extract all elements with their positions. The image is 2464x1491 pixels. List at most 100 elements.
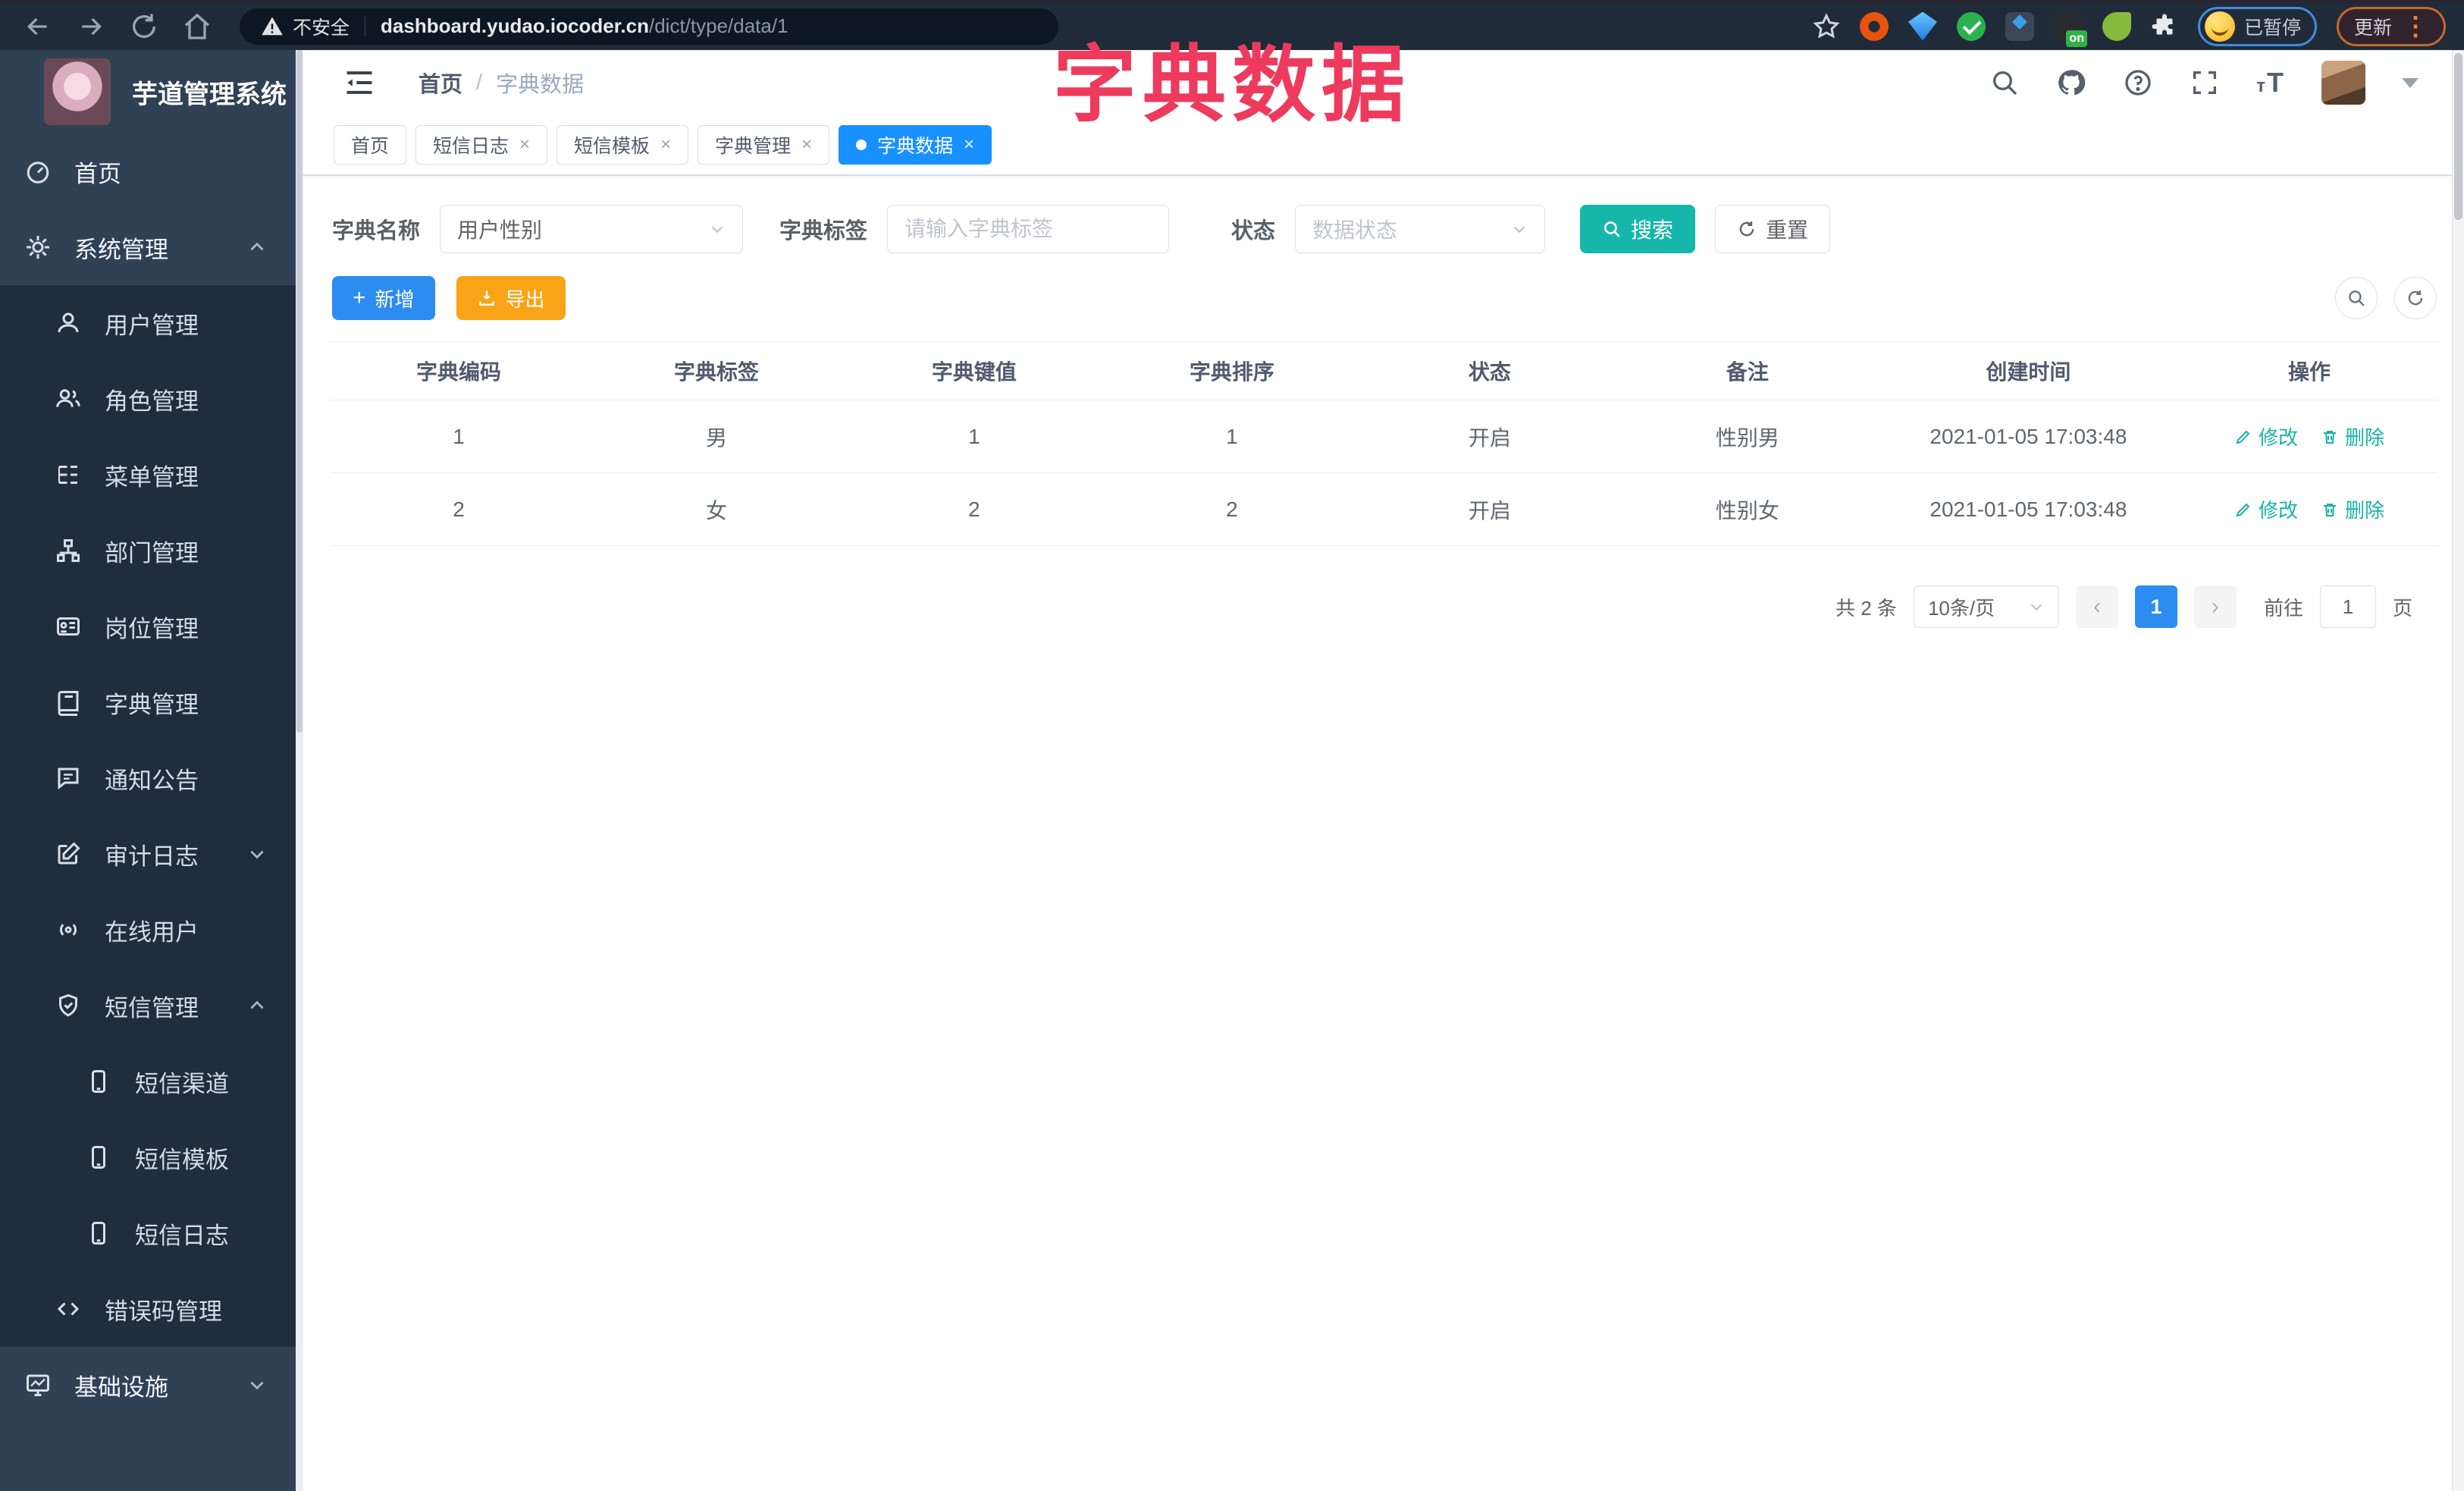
id-card-icon — [57, 617, 80, 636]
sidebar-item-roles[interactable]: 角色管理 — [0, 361, 296, 437]
menu-list-icon — [58, 466, 77, 484]
sidebar-item-posts[interactable]: 岗位管理 — [0, 589, 296, 664]
browser-update-button[interactable]: 更新 ⋮ — [2336, 6, 2446, 46]
status-select[interactable]: 数据状态 — [1295, 205, 1546, 253]
chevron-up-icon — [250, 1000, 264, 1009]
sidebar-item-departments[interactable]: 部门管理 — [0, 513, 296, 589]
table-row[interactable]: 1 男 1 1 开启 性别男 2021-01-05 17:03:48 修改 删除 — [330, 400, 2438, 473]
sidebar-scrollbar-thumb[interactable] — [296, 50, 303, 733]
edit-link[interactable]: 修改 — [2234, 495, 2298, 523]
extension-orange-icon[interactable] — [1859, 11, 1889, 41]
url-path: /dict/type/data/1 — [648, 14, 788, 37]
extension-gem-icon[interactable] — [1908, 11, 1937, 41]
edit-link[interactable]: 修改 — [2234, 422, 2298, 450]
back-icon[interactable] — [23, 11, 53, 42]
phone-icon — [92, 1070, 105, 1093]
sidebar-item-home[interactable]: 首页 — [0, 133, 296, 209]
fullscreen-icon[interactable] — [2190, 67, 2220, 98]
sidebar-item-label: 菜单管理 — [105, 463, 199, 491]
sidebar-item-sms-log[interactable]: 短信日志 — [0, 1195, 296, 1271]
export-button[interactable]: 导出 — [456, 276, 566, 320]
app-logo-row[interactable]: 芋道管理系统 — [0, 50, 296, 133]
tab-sms-log[interactable]: 短信日志 × — [415, 125, 548, 165]
page-scrollbar[interactable] — [2452, 50, 2464, 1491]
tab-home[interactable]: 首页 — [334, 125, 407, 165]
avatar-caret-icon[interactable] — [2402, 77, 2419, 88]
address-bar[interactable]: 不安全 dashboard.yudao.iocoder.cn /dict/typ… — [240, 8, 1058, 45]
sidebar-item-sms[interactable]: 短信管理 — [0, 968, 296, 1044]
sidebar-item-infrastructure[interactable]: 基础设施 — [0, 1347, 296, 1423]
page-scrollbar-thumb[interactable] — [2454, 53, 2462, 220]
delete-link[interactable]: 删除 — [2321, 495, 2384, 523]
extension-switch-icon[interactable]: on — [2053, 11, 2087, 47]
tab-label: 字典管理 — [715, 136, 792, 157]
github-icon[interactable] — [2056, 67, 2086, 98]
user-avatar[interactable] — [2321, 61, 2365, 105]
extension-sprout-icon[interactable] — [2102, 11, 2131, 41]
tab-dict-data-active[interactable]: 字典数据 × — [839, 125, 992, 165]
reload-icon[interactable] — [129, 11, 159, 42]
search-button[interactable]: 搜索 — [1580, 205, 1696, 253]
reset-button[interactable]: 重置 — [1715, 205, 1831, 253]
home-icon[interactable] — [182, 11, 212, 42]
page-size-select[interactable]: 10条/页 — [1913, 585, 2059, 628]
refresh-table-button[interactable] — [2394, 277, 2437, 319]
next-page-button[interactable]: › — [2193, 585, 2237, 628]
add-button[interactable]: + 新增 — [332, 276, 435, 320]
bookmark-star-icon[interactable] — [1813, 12, 1840, 40]
table-row[interactable]: 2 女 2 2 开启 性别女 2021-01-05 17:03:48 修改 删除 — [330, 473, 2438, 546]
sidebar-item-sms-channel[interactable]: 短信渠道 — [0, 1044, 296, 1119]
close-icon[interactable]: × — [660, 134, 671, 155]
sidebar-item-label: 错误码管理 — [105, 1298, 222, 1325]
sidebar-item-menus[interactable]: 菜单管理 — [0, 437, 296, 513]
goto-page-input[interactable] — [2319, 585, 2376, 628]
plus-icon: + — [353, 285, 366, 310]
extensions-puzzle-icon[interactable] — [2151, 13, 2178, 40]
tab-sms-template[interactable]: 短信模板 × — [556, 125, 689, 165]
page-unit-label: 页 — [2392, 596, 2412, 620]
sidebar-item-online-users[interactable]: 在线用户 — [0, 892, 296, 968]
trash-icon — [2323, 503, 2336, 516]
gauge-icon — [27, 162, 49, 184]
font-size-icon[interactable]: тT — [2256, 67, 2285, 99]
toggle-search-button[interactable] — [2335, 277, 2378, 319]
breadcrumb-home[interactable]: 首页 — [419, 67, 462, 99]
sidebar-item-audit-log[interactable]: 审计日志 — [0, 816, 296, 892]
help-icon[interactable] — [2123, 67, 2153, 98]
browser-menu-dots-icon[interactable]: ⋮ — [2403, 14, 2428, 39]
sidebar-item-notice[interactable]: 通知公告 — [0, 740, 296, 816]
sidebar-item-sms-template[interactable]: 短信模板 — [0, 1119, 296, 1195]
search-icon[interactable] — [1989, 67, 2020, 98]
dict-tag-input[interactable] — [904, 217, 1152, 241]
delete-label: 删除 — [2344, 499, 2384, 522]
close-icon[interactable]: × — [519, 134, 530, 155]
cell-remark: 性别女 — [1715, 498, 1779, 523]
current-page-button[interactable]: 1 — [2134, 585, 2177, 628]
dict-name-select[interactable]: 用户性别 — [440, 205, 744, 253]
extension-check-icon[interactable] — [1956, 11, 1986, 41]
app-logo — [44, 58, 111, 125]
column-header: 字典排序 — [1189, 360, 1274, 384]
forward-icon[interactable] — [76, 11, 106, 42]
browser-profile-chip[interactable]: 已暂停 — [2197, 6, 2317, 46]
collapse-sidebar-icon[interactable] — [343, 66, 376, 99]
prev-page-button[interactable]: ‹ — [2075, 585, 2118, 628]
dict-data-table: 字典编码 字典标签 字典键值 字典排序 状态 备注 创建时间 操作 1 男 1 … — [330, 341, 2438, 546]
tab-dict-manage[interactable]: 字典管理 × — [698, 125, 830, 165]
sidebar-item-label: 系统管理 — [74, 236, 168, 263]
sidebar-item-dict[interactable]: 字典管理 — [0, 664, 296, 740]
breadcrumb: 首页 / 字典数据 — [419, 67, 584, 99]
sidebar-item-error-code[interactable]: 错误码管理 — [0, 1271, 296, 1347]
export-button-label: 导出 — [505, 287, 545, 311]
sidebar-scrollbar[interactable] — [296, 50, 303, 1491]
cell-status: 开启 — [1468, 425, 1511, 450]
delete-link[interactable]: 删除 — [2321, 422, 2384, 450]
sidebar-item-system[interactable]: 系统管理 — [0, 209, 296, 285]
total-count: 共 2 条 — [1835, 596, 1897, 620]
close-icon[interactable]: × — [801, 134, 812, 155]
dict-name-label: 字典名称 — [332, 219, 421, 243]
sidebar-item-users[interactable]: 用户管理 — [0, 285, 296, 361]
search-button-label: 搜索 — [1631, 218, 1674, 242]
extension-slate-icon[interactable] — [2005, 11, 2034, 41]
close-icon[interactable]: × — [964, 134, 974, 155]
